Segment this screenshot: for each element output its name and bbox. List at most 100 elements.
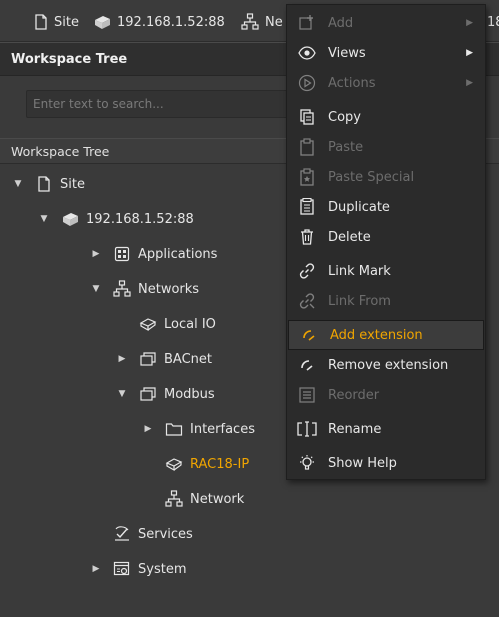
search-box (26, 90, 326, 118)
protocol-icon (138, 384, 158, 404)
link-from-icon (297, 291, 317, 311)
tree-item-label: BACnet (164, 351, 212, 367)
network-icon (164, 489, 184, 509)
menu-item-add[interactable]: Add ▶ (287, 8, 485, 38)
context-menu: Add ▶ Views ▶ Actions ▶ Copy Paste Paste… (286, 4, 486, 480)
device-icon (60, 209, 80, 229)
expand-caret-icon[interactable]: ▼ (12, 172, 24, 196)
remove-extension-icon (297, 355, 317, 375)
breadcrumb-networks-label: Ne (265, 14, 283, 30)
add-extension-icon (299, 325, 319, 345)
tree-item-label: Network (190, 491, 245, 507)
menu-item-label: Reorder (328, 387, 380, 403)
menu-item-label: Actions (328, 75, 376, 91)
collapse-caret-icon[interactable]: ▶ (90, 242, 102, 266)
collapse-caret-icon[interactable]: ▶ (116, 347, 128, 371)
menu-item-link-from[interactable]: Link From (287, 286, 485, 316)
menu-item-rename[interactable]: Rename (287, 414, 485, 444)
tree-item-label: 192.168.1.52:88 (86, 211, 194, 227)
menu-item-label: Add extension (330, 327, 423, 343)
page-icon (34, 174, 54, 194)
menu-item-views[interactable]: Views ▶ (287, 38, 485, 68)
tree-item-applications[interactable]: ▶ Applications (90, 242, 218, 266)
menu-item-link-mark[interactable]: Link Mark (287, 256, 485, 286)
breadcrumb-overflow[interactable]: 18 (487, 12, 499, 32)
submenu-arrow-icon: ▶ (466, 78, 473, 88)
io-module-icon (138, 314, 158, 334)
menu-item-label: Paste (328, 139, 364, 155)
tree-item-local-io[interactable]: Local IO (128, 312, 216, 336)
menu-item-label: Paste Special (328, 169, 415, 185)
submenu-arrow-icon: ▶ (466, 18, 473, 28)
menu-item-label: Copy (328, 109, 361, 125)
menu-item-actions[interactable]: Actions ▶ (287, 68, 485, 98)
network-icon (112, 279, 132, 299)
applications-icon (112, 244, 132, 264)
menu-item-paste[interactable]: Paste (287, 132, 485, 162)
collapse-caret-icon[interactable]: ▶ (142, 417, 154, 441)
tree-item-bacnet[interactable]: ▶ BACnet (116, 347, 212, 371)
tree-item-label: Applications (138, 246, 218, 262)
menu-item-label: Add (328, 15, 354, 31)
menu-item-reorder[interactable]: Reorder (287, 380, 485, 410)
tree-item-rac18-ip[interactable]: RAC18-IP (154, 452, 249, 476)
breadcrumb-site-label: Site (54, 14, 79, 30)
expand-caret-icon[interactable]: ▼ (38, 207, 50, 231)
folder-icon (164, 419, 184, 439)
page-icon (34, 14, 48, 30)
menu-item-remove-extension[interactable]: Remove extension (287, 350, 485, 380)
breadcrumb-overflow-label: 18 (487, 14, 499, 30)
tree-item-label: Local IO (164, 316, 216, 332)
menu-item-duplicate[interactable]: Duplicate (287, 192, 485, 222)
menu-item-show-help[interactable]: Show Help (287, 448, 485, 478)
link-icon (297, 261, 317, 281)
expand-caret-icon[interactable]: ▼ (116, 382, 128, 406)
menu-item-label: Views (328, 45, 366, 61)
tree-item-interfaces[interactable]: ▶ Interfaces (142, 417, 255, 441)
breadcrumb-device-label: 192.168.1.52:88 (117, 14, 225, 30)
expand-caret-icon[interactable]: ▼ (90, 277, 102, 301)
tree-item-services[interactable]: Services (102, 522, 193, 546)
menu-item-add-extension[interactable]: Add extension (288, 320, 484, 350)
reorder-icon (297, 385, 317, 405)
menu-item-label: Show Help (328, 455, 397, 471)
menu-item-delete[interactable]: Delete (287, 222, 485, 252)
menu-item-label: Remove extension (328, 357, 449, 373)
tree-item-system[interactable]: ▶ System (90, 557, 187, 581)
menu-item-label: Duplicate (328, 199, 390, 215)
search-input[interactable] (27, 91, 325, 117)
menu-item-paste-special[interactable]: Paste Special (287, 162, 485, 192)
menu-item-label: Rename (328, 421, 382, 437)
tree-item-device[interactable]: ▼ 192.168.1.52:88 (38, 207, 194, 231)
network-icon (241, 13, 259, 31)
play-icon (297, 73, 317, 93)
add-icon (297, 13, 317, 33)
collapse-caret-icon[interactable]: ▶ (90, 557, 102, 581)
rename-icon (297, 419, 317, 439)
tree-item-network[interactable]: Network (154, 487, 244, 511)
device-icon (93, 14, 111, 30)
trash-icon (297, 227, 317, 247)
services-icon (112, 524, 132, 544)
tree-item-modbus[interactable]: ▼ Modbus (116, 382, 215, 406)
breadcrumb-networks[interactable]: Ne (241, 12, 283, 32)
paste-icon (297, 137, 317, 157)
tree-item-label: Site (60, 176, 85, 192)
tree-item-networks[interactable]: ▼ Networks (90, 277, 199, 301)
duplicate-icon (297, 197, 317, 217)
breadcrumb-site[interactable]: Site (34, 12, 79, 32)
tree-item-label: System (138, 561, 187, 577)
io-module-icon (164, 454, 184, 474)
tree-header-label: Workspace Tree (11, 144, 110, 159)
menu-item-label: Link Mark (328, 263, 391, 279)
system-icon (112, 559, 132, 579)
tree-item-site[interactable]: ▼ Site (12, 172, 85, 196)
eye-icon (297, 43, 317, 63)
tree-item-label: Services (138, 526, 193, 542)
tree-item-label: Interfaces (190, 421, 255, 437)
paste-special-icon (297, 167, 317, 187)
tree-item-label: RAC18-IP (190, 456, 250, 472)
breadcrumb-device[interactable]: 192.168.1.52:88 (93, 12, 225, 32)
copy-icon (297, 107, 317, 127)
menu-item-copy[interactable]: Copy (287, 102, 485, 132)
